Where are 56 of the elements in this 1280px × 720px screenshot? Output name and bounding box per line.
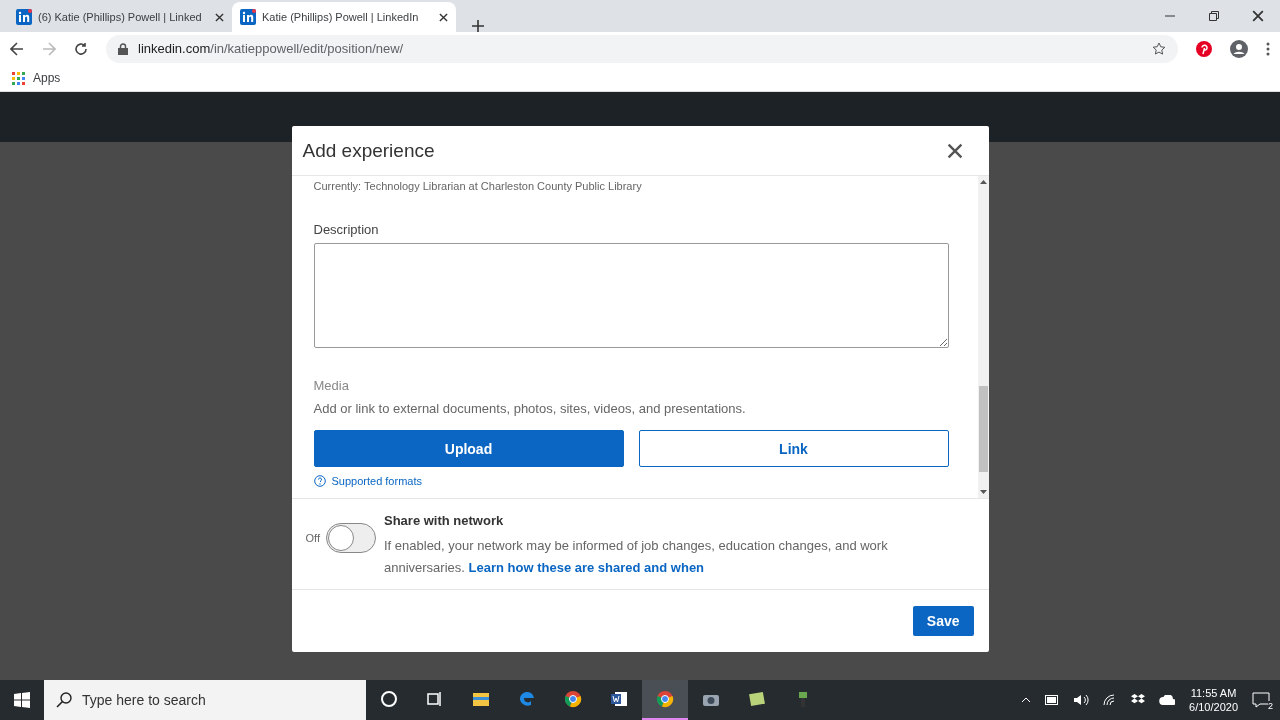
description-field[interactable]: [313, 243, 949, 348]
back-arrow-icon[interactable]: [10, 41, 24, 56]
restore-icon[interactable]: [1209, 11, 1219, 21]
windows-icon[interactable]: [14, 692, 30, 708]
close-icon[interactable]: [1252, 10, 1264, 22]
browser-icon[interactable]: [656, 690, 674, 708]
bookmark-link[interactable]: Apps: [33, 71, 61, 85]
media-label: Media: [313, 378, 350, 393]
circle-icon[interactable]: [380, 690, 398, 708]
link-button[interactable]: Link: [638, 430, 949, 467]
chat-bubble-icon: [1252, 692, 1270, 708]
share-description: If enabled, your network may be informed of job changes, education changes, and work anniversaries. Learn how these are shared and when: [384, 537, 889, 577]
clock[interactable]: 11:55 AM 6/10/2020: [1189, 686, 1238, 714]
speaker-icon[interactable]: [1073, 694, 1090, 706]
battery-icon[interactable]: [1045, 695, 1060, 705]
task-view-icon[interactable]: [426, 690, 444, 708]
linkedin-icon: [240, 9, 256, 25]
browser-icon[interactable]: [564, 690, 582, 708]
dialog-title: Add experience: [302, 139, 435, 162]
plus-icon[interactable]: [472, 20, 484, 32]
scrollbar[interactable]: [977, 176, 989, 498]
close-icon[interactable]: [215, 12, 224, 22]
browser-tab[interactable]: (6) Katie (Phillips) Powell | Linked: [8, 2, 232, 32]
cloud-icon[interactable]: [1159, 695, 1176, 705]
close-icon[interactable]: [439, 12, 448, 22]
scroll-down-icon[interactable]: [979, 490, 987, 494]
browser-tab[interactable]: Katie (Phillips) Powell | LinkedIn: [232, 2, 456, 32]
url-text: linkedin.com/in/katieppowell/edit/position/new/: [138, 41, 404, 56]
address-bar[interactable]: linkedin.com/in/katieppowell/edit/position/new/: [106, 34, 1178, 63]
linkedin-icon: [16, 9, 32, 25]
pin-icon[interactable]: [1196, 40, 1212, 57]
supported-formats-link[interactable]: Supported formats: [313, 475, 422, 487]
save-button[interactable]: Save: [912, 606, 974, 636]
description-label: Description: [313, 222, 380, 237]
folder-icon[interactable]: [472, 690, 490, 708]
note-icon[interactable]: [748, 690, 766, 708]
media-hint: Add or link to external documents, photos, sites, videos, and presentations.: [313, 401, 747, 416]
toggle-state-label: Off: [305, 532, 320, 544]
share-toggle[interactable]: [326, 523, 376, 553]
menu-icon[interactable]: [1266, 41, 1270, 56]
lock-icon: [118, 42, 128, 55]
share-title: Share with network: [384, 513, 505, 528]
help-icon: [313, 475, 326, 487]
current-position-text: Currently: Technology Librarian at Charleston County Public Library: [313, 180, 643, 192]
reload-icon[interactable]: [74, 41, 88, 56]
profile-icon[interactable]: [1230, 39, 1248, 58]
chevron-up-icon[interactable]: [1021, 697, 1032, 703]
document-icon[interactable]: [610, 690, 628, 708]
apps-grid-icon[interactable]: [12, 71, 25, 85]
learn-more-link[interactable]: Learn how these are shared and when: [468, 560, 705, 575]
star-icon[interactable]: [1152, 41, 1166, 56]
scroll-up-icon[interactable]: [979, 180, 987, 184]
scrollbar-thumb[interactable]: [978, 386, 988, 472]
taskbar-search-field[interactable]: Type here to search: [44, 680, 366, 720]
upload-button[interactable]: Upload: [313, 430, 624, 467]
search-icon: [56, 692, 72, 708]
